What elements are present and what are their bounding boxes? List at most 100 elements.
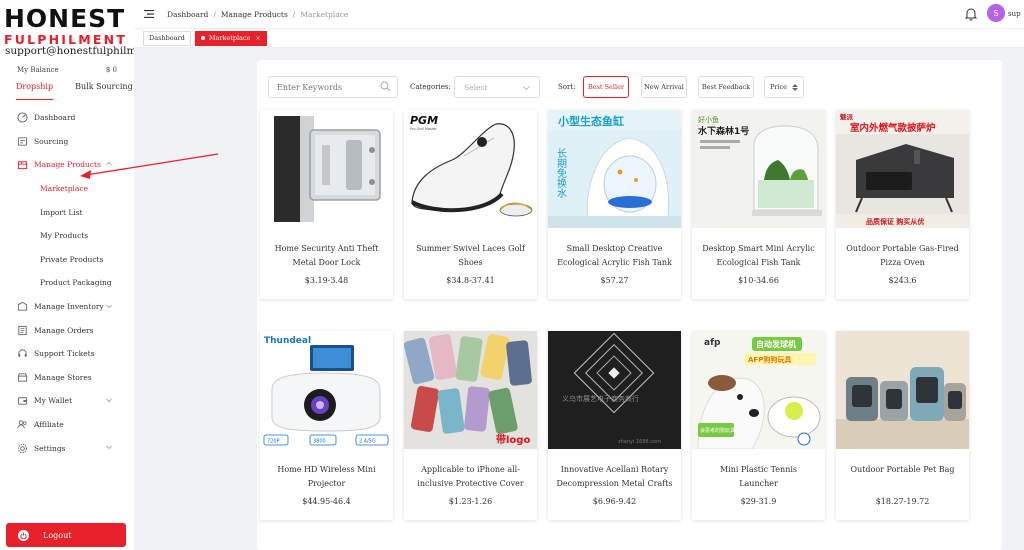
tag-text: 会思考的狗玩具 bbox=[700, 427, 735, 434]
sort-best-seller-button[interactable]: Best Seller bbox=[583, 76, 629, 98]
menu-toggle-icon[interactable] bbox=[144, 10, 154, 18]
badge-text: 3800 bbox=[313, 439, 326, 445]
breadcrumb-dashboard[interactable]: Dashboard bbox=[167, 10, 208, 19]
product-image-iphone-cases: 带logo bbox=[404, 331, 537, 449]
tab-dashboard[interactable]: Dashboard bbox=[143, 30, 191, 46]
box-icon bbox=[16, 159, 28, 170]
product-card[interactable]: Home Security Anti Theft Metal Door Lock… bbox=[260, 110, 393, 299]
top-header: Dashboard / Manage Products / Marketplac… bbox=[134, 0, 1024, 28]
sidebar-item-manage-orders[interactable]: Manage Orders bbox=[0, 318, 134, 342]
categories-select[interactable]: Select bbox=[454, 76, 540, 98]
product-price: $18.27-19.72 bbox=[875, 497, 930, 506]
product-image-door-lock bbox=[260, 110, 393, 228]
product-card[interactable]: afp 自动发球机 AFP狗狗玩具 会思考的狗玩具 Mini Plastic T… bbox=[692, 331, 825, 520]
sidebar-item-dashboard[interactable]: Dashboard bbox=[0, 106, 134, 130]
product-title: Home HD Wireless Mini Projector bbox=[277, 465, 376, 488]
breadcrumb-manage-products[interactable]: Manage Products bbox=[221, 10, 288, 19]
power-icon bbox=[18, 529, 29, 541]
product-image-metal-craft: 义乌市展艺电子商务商行 zhanyi.1688.com bbox=[548, 331, 681, 449]
avatar[interactable]: S bbox=[987, 4, 1005, 22]
product-price: $57.27 bbox=[600, 276, 629, 285]
product-price: $3.19-3.48 bbox=[304, 276, 349, 285]
product-card[interactable]: Outdoor Portable Pet Bag $18.27-19.72 bbox=[836, 331, 969, 520]
close-icon[interactable]: × bbox=[255, 35, 260, 42]
banner-text: 自动发球机 bbox=[756, 339, 796, 349]
sidebar-item-private-products[interactable]: Private Products bbox=[0, 248, 134, 272]
product-card[interactable]: PGM Pro Golf Master Summer Swivel Laces … bbox=[404, 110, 537, 299]
username[interactable]: sup bbox=[1008, 10, 1024, 18]
tab-label: Marketplace bbox=[208, 34, 251, 42]
sidebar-item-manage-inventory[interactable]: Manage Inventory bbox=[0, 295, 134, 319]
product-card[interactable]: Thundeal 720P 3800 2.4/5G Home HD Wirele… bbox=[260, 331, 393, 520]
sidebar-item-label: Manage Inventory bbox=[34, 302, 104, 312]
product-card[interactable]: 好小鱼 水下森林1号 Desktop Smart Mini Acrylic Ec… bbox=[692, 110, 825, 299]
chevron-down-icon bbox=[106, 446, 112, 450]
users-icon bbox=[16, 419, 28, 430]
active-dot-icon bbox=[200, 36, 205, 40]
product-title: Outdoor Portable Pet Bag bbox=[850, 465, 955, 474]
logo-wordmark-top: HONEST bbox=[4, 4, 126, 33]
sidebar-item-product-packaging[interactable]: Product Packaging bbox=[0, 271, 134, 295]
tab-marketplace[interactable]: Marketplace × bbox=[194, 30, 267, 46]
bell-icon[interactable] bbox=[965, 7, 977, 21]
sidebar-item-support-tickets[interactable]: Support Tickets bbox=[0, 342, 134, 366]
sidebar-item-label: Manage Stores bbox=[34, 372, 92, 382]
inventory-icon bbox=[16, 301, 28, 312]
product-title: Desktop Smart Mini Acrylic Ecological Fi… bbox=[702, 244, 815, 267]
sidebar-item-settings[interactable]: Settings bbox=[0, 436, 134, 460]
product-card[interactable]: 小型生态鱼缸 长期免换水 Small Desktop Creative Ecol… bbox=[548, 110, 681, 299]
product-title: Home Security Anti Theft Metal Door Lock bbox=[274, 244, 379, 267]
filter-bar: Categories: Select Sort: Best Seller New… bbox=[268, 76, 988, 98]
mode-dropship[interactable]: Dropship bbox=[16, 82, 54, 100]
product-title: Innovative Acellani Rotary Decompression… bbox=[556, 465, 673, 488]
banner-text: 水下森林1号 bbox=[698, 125, 749, 137]
product-title: Outdoor Portable Gas-Fired Pizza Oven bbox=[846, 244, 959, 267]
sort-arrows-icon bbox=[792, 83, 799, 91]
sidebar-item-my-wallet[interactable]: My Wallet bbox=[0, 389, 134, 413]
mode-switch: Dropship Bulk Sourcing bbox=[16, 82, 133, 100]
breadcrumb-marketplace: Marketplace bbox=[300, 9, 349, 19]
gear-icon bbox=[16, 443, 28, 454]
search-icon[interactable] bbox=[380, 81, 391, 92]
product-image-fish-tank: 小型生态鱼缸 长期免换水 bbox=[548, 110, 681, 228]
sidebar-item-my-products[interactable]: My Products bbox=[0, 224, 134, 248]
logout-button[interactable]: Logout bbox=[6, 523, 126, 547]
product-price: $34.8-37.41 bbox=[446, 276, 495, 285]
sort-label: Sort: bbox=[558, 83, 576, 91]
chevron-down-icon bbox=[523, 86, 530, 91]
brand-logo[interactable]: HONEST FULPHILMENT bbox=[4, 4, 132, 47]
logout-label: Logout bbox=[43, 530, 72, 540]
side-text: 长期免换水 bbox=[555, 148, 567, 198]
sort-price-button[interactable]: Price bbox=[764, 76, 804, 98]
product-price: $10-34.66 bbox=[738, 276, 779, 285]
brand-pgm-sub: Pro Golf Master bbox=[410, 127, 437, 131]
account-email: support@honestfulphilment.com bbox=[5, 45, 134, 57]
product-card[interactable]: 魅派 室内外燃气款披萨炉 品质保证 购买从优 Outdoor Portable … bbox=[836, 110, 969, 299]
breadcrumb-separator: / bbox=[292, 9, 296, 19]
sidebar-item-affiliate[interactable]: Affiliate bbox=[0, 413, 134, 437]
annotation-arrow bbox=[80, 153, 219, 179]
product-card[interactable]: 带logo Applicable to iPhone all-inclusive… bbox=[404, 331, 537, 520]
sort-best-feedback-button[interactable]: Best Feedback bbox=[698, 76, 754, 98]
keyword-search-input[interactable] bbox=[268, 76, 398, 98]
brand-text: afp bbox=[704, 338, 721, 348]
logo-text: 带logo bbox=[496, 433, 530, 446]
product-image-pizza-oven: 魅派 室内外燃气款披萨炉 品质保证 购买从优 bbox=[836, 110, 969, 228]
orders-icon bbox=[16, 325, 28, 336]
product-image-mini-fish-tank: 好小鱼 水下森林1号 bbox=[692, 110, 825, 228]
sub-text: AFP狗狗玩具 bbox=[748, 355, 791, 364]
banner-text: 室内外燃气款披萨炉 bbox=[850, 122, 936, 134]
sidebar-item-sourcing[interactable]: Sourcing bbox=[0, 130, 134, 154]
sort-price-label: Price bbox=[769, 83, 788, 91]
sidebar-item-manage-stores[interactable]: Manage Stores bbox=[0, 366, 134, 390]
badge-text: 720P bbox=[267, 439, 280, 445]
tab-label: Dashboard bbox=[149, 34, 185, 42]
breadcrumb: Dashboard / Manage Products / Marketplac… bbox=[167, 10, 348, 19]
page-tabs: Dashboard Marketplace × bbox=[134, 28, 1024, 48]
mode-bulk-sourcing[interactable]: Bulk Sourcing bbox=[75, 82, 133, 100]
sort-new-arrival-button[interactable]: New Arrival bbox=[641, 76, 687, 98]
small-text: zhanyi.1688.com bbox=[618, 439, 661, 445]
sidebar-item-import-list[interactable]: Import List bbox=[0, 200, 134, 224]
product-card[interactable]: 义乌市展艺电子商务商行 zhanyi.1688.com Innovative A… bbox=[548, 331, 681, 520]
brand-pgm: PGM bbox=[410, 114, 438, 127]
